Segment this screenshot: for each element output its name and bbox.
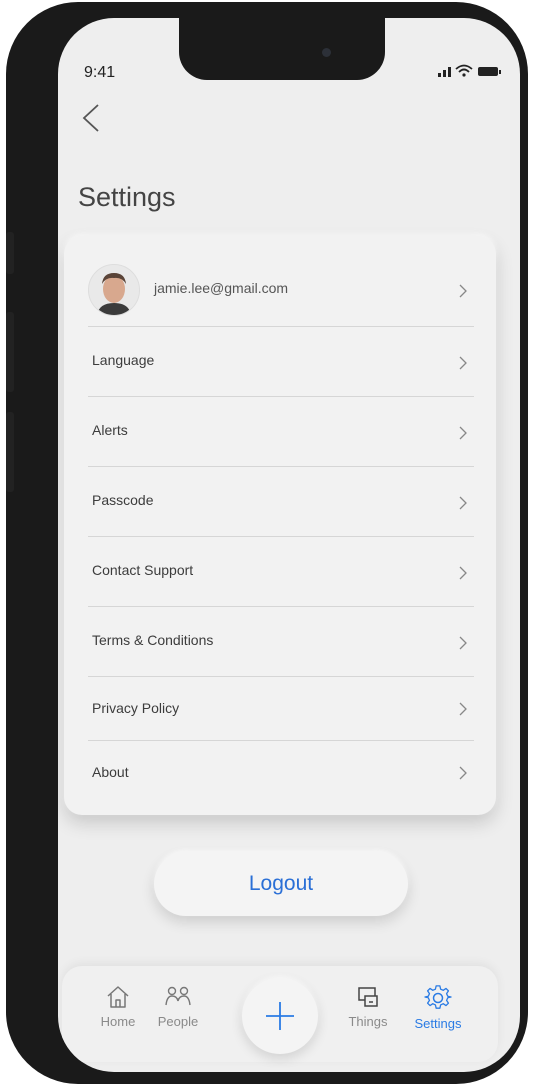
- logout-button[interactable]: Logout: [154, 852, 408, 916]
- avatar: [88, 264, 140, 316]
- settings-item-label: Language: [92, 352, 155, 368]
- tab-home[interactable]: Home: [88, 984, 148, 1029]
- tab-things[interactable]: Things: [338, 984, 398, 1029]
- camera-icon: [322, 48, 331, 57]
- tab-label: People: [157, 1014, 199, 1029]
- chevron-right-icon: [459, 566, 467, 580]
- page-title: Settings: [78, 182, 176, 212]
- chevron-right-icon: [459, 636, 467, 650]
- people-icon: [165, 986, 191, 1006]
- notch: [179, 18, 385, 80]
- account-row[interactable]: jamie.lee@gmail.com: [88, 250, 474, 327]
- settings-item-alerts[interactable]: Alerts: [88, 396, 474, 467]
- gear-icon: [424, 985, 452, 1009]
- mute-switch: [6, 232, 14, 274]
- settings-item-terms[interactable]: Terms & Conditions: [88, 606, 474, 677]
- chevron-right-icon: [459, 766, 467, 780]
- home-icon: [107, 986, 129, 1008]
- back-button[interactable]: [76, 98, 106, 138]
- add-button[interactable]: [242, 978, 318, 1054]
- tab-label: Home: [100, 1014, 136, 1029]
- chevron-right-icon: [459, 702, 467, 716]
- settings-item-contact-support[interactable]: Contact Support: [88, 536, 474, 607]
- chevron-right-icon: [459, 356, 467, 370]
- wifi-icon: [455, 64, 473, 73]
- settings-item-language[interactable]: Language: [88, 326, 474, 397]
- settings-item-label: Passcode: [92, 492, 154, 508]
- chevron-right-icon: [459, 284, 467, 298]
- settings-item-passcode[interactable]: Passcode: [88, 466, 474, 537]
- tab-people[interactable]: People: [148, 984, 208, 1029]
- screen: 9:41 Settings jamie.lee@gmail.com Langua…: [58, 18, 520, 1072]
- plus-icon: [266, 1002, 294, 1030]
- account-email: jamie.lee@gmail.com: [154, 280, 289, 296]
- settings-item-label: Privacy Policy: [92, 700, 180, 716]
- devices-icon: [358, 987, 378, 1007]
- tab-label: Settings: [414, 1016, 462, 1031]
- volume-up-button: [6, 312, 14, 392]
- volume-down-button: [6, 412, 14, 492]
- battery-icon: [478, 67, 501, 76]
- status-time: 9:41: [84, 64, 116, 81]
- settings-item-label: Alerts: [92, 422, 128, 438]
- settings-item-about[interactable]: About: [88, 740, 474, 804]
- tab-bar: Home People Things Settings: [62, 966, 498, 1062]
- phone-frame: 9:41 Settings jamie.lee@gmail.com Langua…: [6, 2, 528, 1084]
- chevron-right-icon: [459, 426, 467, 440]
- tab-settings[interactable]: Settings: [408, 984, 468, 1031]
- chevron-left-icon: [82, 104, 99, 132]
- chevron-right-icon: [459, 496, 467, 510]
- settings-card: jamie.lee@gmail.com Language Alerts Pass…: [64, 236, 496, 815]
- tab-label: Things: [348, 1014, 388, 1029]
- settings-item-label: Contact Support: [92, 562, 194, 578]
- status-icons: [428, 62, 508, 80]
- signal-icon: [438, 67, 451, 77]
- settings-item-label: About: [92, 764, 129, 780]
- settings-item-privacy-policy[interactable]: Privacy Policy: [88, 676, 474, 741]
- settings-item-label: Terms & Conditions: [92, 632, 214, 648]
